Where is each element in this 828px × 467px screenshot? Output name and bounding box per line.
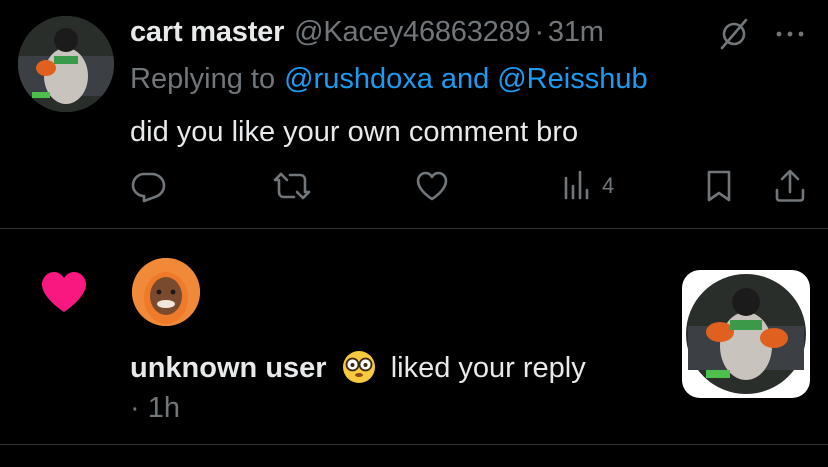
replying-and: and [440,62,490,95]
more-icon[interactable] [772,24,808,44]
share-button[interactable] [772,168,808,204]
replying-prefix: Replying to [130,62,276,95]
notification-time: 1h [147,392,180,424]
mention-link[interactable]: @rushdoxa [284,63,433,96]
like-button[interactable] [414,168,450,204]
notifications-page: cart master @Kacey46863289 · 31m Replyin… [0,0,828,467]
separator-dot: · [534,15,544,48]
retweet-icon [273,172,311,200]
author-avatar[interactable] [18,16,114,112]
notification-text: unknown user liked your reply · 1h [130,348,670,428]
mention-link[interactable]: @Reisshub [497,63,647,96]
retweet-button[interactable] [272,168,312,204]
tweet-text: did you like your own comment bro [130,115,579,148]
liker-avatar[interactable] [132,258,200,326]
reply-button[interactable] [130,168,166,204]
views-button[interactable]: 4 [562,168,614,204]
bookmark-icon [707,170,731,202]
views-count: 4 [602,173,615,198]
heart-outline-icon [416,171,448,201]
user-handle[interactable]: @Kacey46863289 [294,16,530,49]
separator-dot: · [130,392,140,424]
tweet-actions: 4 [0,164,828,208]
grok-icon[interactable] [716,16,752,52]
reply-thumbnail[interactable] [682,270,810,398]
share-icon [775,169,805,202]
views-icon [564,170,589,200]
divider [0,228,828,229]
notification-action: liked your reply [390,352,586,384]
liker-name[interactable]: unknown user [130,352,327,384]
replying-to: Replying to @rushdoxa and @Reisshub [130,58,648,100]
reply-icon [131,172,166,203]
heart-icon [40,270,88,314]
tweet-time[interactable]: 31m [548,16,604,49]
face-with-glasses-emoji [341,349,377,385]
bookmark-button[interactable] [704,168,734,204]
reply-tweet[interactable]: cart master @Kacey46863289 · 31m Replyin… [0,0,828,228]
display-name[interactable]: cart master [130,16,284,49]
tweet-header: cart master @Kacey46863289 · 31m [130,12,604,52]
divider [0,444,828,445]
